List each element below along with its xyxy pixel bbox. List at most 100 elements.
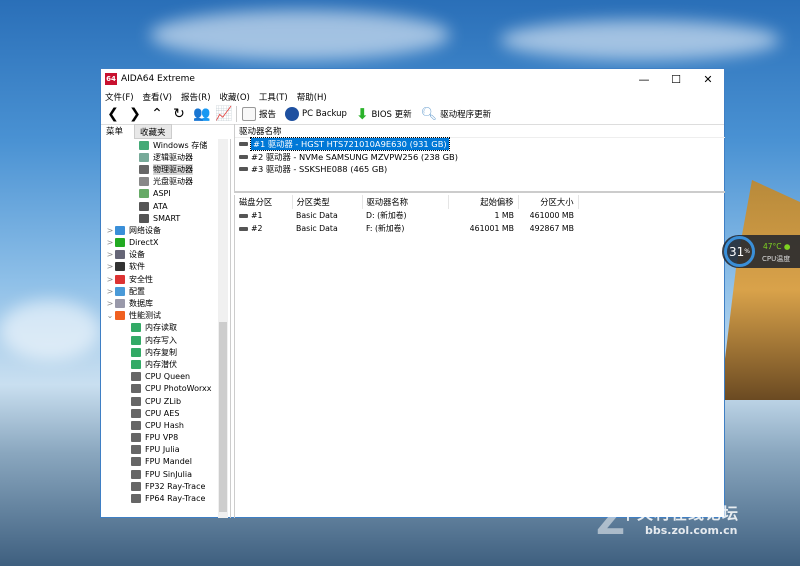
tree-item[interactable]: ⌄ 性能测试 xyxy=(101,310,230,322)
tree-item[interactable]: SMART xyxy=(101,212,230,224)
expand-arrow-icon[interactable]: > xyxy=(105,299,115,308)
report-button[interactable]: 报告 xyxy=(242,107,276,121)
tree-item[interactable]: > 软件 xyxy=(101,261,230,273)
scrollbar-thumb[interactable] xyxy=(219,322,227,512)
tree-item[interactable]: 内存潜伏 xyxy=(101,358,230,370)
cpu-percent: 31 xyxy=(729,244,745,259)
download-arrow-icon: ⬇ xyxy=(355,105,369,123)
menu-item[interactable]: 工具(T) xyxy=(259,91,288,103)
maximize-button[interactable]: ☐ xyxy=(660,73,692,86)
tab-menu[interactable]: 菜单 xyxy=(101,124,128,139)
tree-item[interactable]: CPU Hash xyxy=(101,419,230,431)
tab-favorites[interactable]: 收藏夹 xyxy=(134,124,172,139)
tree-item[interactable]: CPU ZLib xyxy=(101,395,230,407)
cell-text: #1 xyxy=(251,211,263,220)
column-header[interactable]: 驱动器名称 xyxy=(362,195,449,209)
tree-item[interactable]: > DirectX xyxy=(101,237,230,249)
column-header[interactable]: 起始偏移 xyxy=(448,195,519,209)
tree-item[interactable]: CPU AES xyxy=(101,407,230,419)
drive-name-header[interactable]: 驱动器名称 xyxy=(235,124,725,138)
drive-label: #2 驱动器 - NVMe SAMSUNG MZVPW256 (238 GB) xyxy=(251,151,458,162)
forward-icon[interactable]: ❯ xyxy=(127,106,143,122)
driver-update-button[interactable]: 🔍︎ 驱动程序更新 xyxy=(421,107,492,122)
tree-item-label: 内存写入 xyxy=(145,335,177,345)
tree-item[interactable]: CPU Queen xyxy=(101,371,230,383)
menu-bar: 文件(F) 查看(V) 报告(R) 收藏(O) 工具(T) 帮助(H) xyxy=(101,89,724,104)
tree-item[interactable]: > 数据库 xyxy=(101,297,230,309)
tree-item[interactable]: FP64 Ray-Trace xyxy=(101,492,230,504)
tree-item[interactable]: 内存写入 xyxy=(101,334,230,346)
drive-item[interactable]: #1 驱动器 - HGST HTS721010A9E630 (931 GB) xyxy=(235,137,725,152)
drive-item[interactable]: #3 驱动器 - SSKSHE088 (465 GB) xyxy=(235,163,725,176)
tree-item-label: CPU ZLib xyxy=(145,396,182,406)
minimize-button[interactable]: — xyxy=(628,73,660,86)
expand-arrow-icon[interactable]: ⌄ xyxy=(105,311,115,320)
tree-item-label: CPU PhotoWorxx xyxy=(145,384,212,394)
table-cell: Basic Data xyxy=(292,209,362,222)
table-cell: 1 MB xyxy=(448,209,518,222)
expand-arrow-icon[interactable]: > xyxy=(105,238,115,247)
bios-update-button[interactable]: ⬇ BIOS 更新 xyxy=(356,105,412,123)
table-row[interactable]: #2 Basic Data F: (新加卷) 461001 MB 492867 MB xyxy=(235,222,578,235)
drive-item[interactable]: #2 驱动器 - NVMe SAMSUNG MZVPW256 (238 GB) xyxy=(235,151,725,164)
tree-item[interactable]: > 网络设备 xyxy=(101,224,230,236)
tree-item[interactable]: 物理驱动器 xyxy=(101,163,230,175)
tree-item-icon xyxy=(115,299,125,309)
expand-arrow-icon[interactable]: > xyxy=(105,287,115,296)
close-button[interactable]: ✕ xyxy=(692,73,724,86)
tree-item-icon xyxy=(131,384,141,394)
chart-icon[interactable]: 📈 xyxy=(215,106,232,122)
column-header[interactable]: 分区类型 xyxy=(292,195,363,209)
tree-item-icon xyxy=(131,335,141,345)
tree-item[interactable]: ATA xyxy=(101,200,230,212)
table-cell: #2 xyxy=(235,222,292,235)
tree-item-label: CPU Hash xyxy=(145,420,184,430)
tree-item[interactable]: ASPI xyxy=(101,188,230,200)
tree-item[interactable]: > 配置 xyxy=(101,285,230,297)
tree-item[interactable]: FPU Mandel xyxy=(101,456,230,468)
back-icon[interactable]: ❮ xyxy=(105,106,121,122)
tree-item[interactable]: 逻辑驱动器 xyxy=(101,151,230,163)
tree-item[interactable]: CPU PhotoWorxx xyxy=(101,383,230,395)
tree-scrollbar[interactable] xyxy=(218,139,228,518)
tree-item-label: 内存读取 xyxy=(145,323,177,333)
users-icon[interactable]: 👥 xyxy=(193,106,210,122)
cell-text: D: (新加卷) xyxy=(366,211,407,220)
menu-item[interactable]: 查看(V) xyxy=(143,91,172,103)
table-row[interactable]: #1 Basic Data D: (新加卷) 1 MB 461000 MB xyxy=(235,209,578,222)
cpu-widget[interactable]: 31% 47°C ● CPU温度 xyxy=(722,235,800,268)
expand-arrow-icon[interactable]: > xyxy=(105,262,115,271)
menu-item[interactable]: 收藏(O) xyxy=(220,91,250,103)
pc-backup-button[interactable]: PC Backup xyxy=(285,107,347,121)
tree-item[interactable]: 光盘驱动器 xyxy=(101,176,230,188)
up-icon[interactable]: ⌃ xyxy=(149,106,165,122)
expand-arrow-icon[interactable]: > xyxy=(105,250,115,259)
tree-item[interactable]: > 设备 xyxy=(101,249,230,261)
column-header[interactable]: 磁盘分区 xyxy=(235,195,293,209)
percent-unit: % xyxy=(744,248,750,255)
tree-item[interactable]: FPU VP8 xyxy=(101,432,230,444)
tree-item-icon xyxy=(131,408,141,418)
cell-text: 461001 MB xyxy=(469,224,514,233)
document-icon xyxy=(242,107,256,121)
tree-item[interactable]: FPU Julia xyxy=(101,444,230,456)
tree-item[interactable]: FP32 Ray-Trace xyxy=(101,480,230,492)
menu-item[interactable]: 文件(F) xyxy=(105,91,134,103)
tree-item[interactable]: 内存读取 xyxy=(101,322,230,334)
menu-item[interactable]: 报告(R) xyxy=(181,91,211,103)
menu-item[interactable]: 帮助(H) xyxy=(297,91,327,103)
magnifier-icon: 🔍︎ xyxy=(420,106,438,122)
refresh-icon[interactable]: ↻ xyxy=(171,106,187,122)
tree-item-label: 软件 xyxy=(129,262,145,272)
expand-arrow-icon[interactable]: > xyxy=(105,226,115,235)
tree-item-icon xyxy=(139,201,149,211)
tree-item[interactable]: > 安全性 xyxy=(101,273,230,285)
tree-item[interactable]: FPU SinJulia xyxy=(101,468,230,480)
tree-item-icon xyxy=(131,457,141,467)
expand-arrow-icon[interactable]: > xyxy=(105,275,115,284)
tree-item-label: 物理驱动器 xyxy=(153,163,193,175)
tree-item[interactable]: 内存复制 xyxy=(101,346,230,358)
tree-item[interactable]: Windows 存储 xyxy=(101,139,230,151)
tree-item-icon xyxy=(139,140,149,150)
column-header[interactable]: 分区大小 xyxy=(518,195,579,209)
